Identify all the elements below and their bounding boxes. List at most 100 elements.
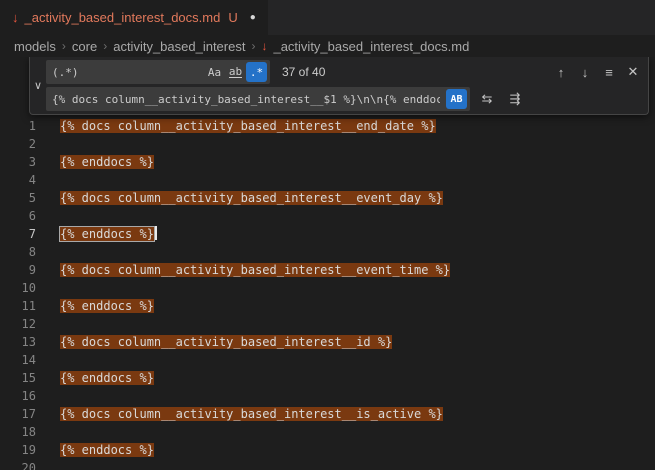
editor-line[interactable]: 16 [0, 387, 655, 405]
replace-row: AB ⇆ ⇶ [46, 87, 644, 111]
line-number: 16 [0, 387, 36, 405]
tab-bar: ↓ _activity_based_interest_docs.md U ● [0, 0, 655, 35]
whole-word-label: ab [229, 67, 242, 78]
breadcrumb-item[interactable]: activity_based_interest [113, 39, 245, 54]
preserve-case-button[interactable]: AB [446, 89, 467, 109]
tab-filename: _activity_based_interest_docs.md [25, 10, 221, 25]
find-results-count: 37 of 40 [282, 65, 325, 79]
line-content[interactable]: {% enddocs %} [60, 297, 154, 315]
editor-line[interactable]: 20 [0, 459, 655, 470]
editor-line[interactable]: 11 {% enddocs %} [0, 297, 655, 315]
editor-line[interactable]: 1 {% docs column__activity_based_interest… [0, 117, 655, 135]
editor-line[interactable]: 6 [0, 207, 655, 225]
find-match-highlight: {% docs column__activity_based_interest_… [60, 191, 443, 205]
line-number: 19 [0, 441, 36, 459]
replace-input[interactable] [46, 87, 446, 111]
editor-line[interactable]: 7 {% enddocs %} [0, 225, 655, 243]
editor-line[interactable]: 17 {% docs column__activity_based_interes… [0, 405, 655, 423]
line-content[interactable]: {% enddocs %} [60, 225, 157, 243]
find-input-box: Aa ab .* [46, 60, 270, 84]
markdown-file-icon: ↓ [261, 39, 267, 53]
line-number: 2 [0, 135, 36, 153]
whole-word-button[interactable]: ab [225, 62, 246, 82]
editor-line[interactable]: 12 [0, 315, 655, 333]
line-number: 4 [0, 171, 36, 189]
line-number: 14 [0, 351, 36, 369]
code-lines: 1 {% docs column__activity_based_interest… [0, 117, 655, 470]
line-number: 3 [0, 153, 36, 171]
breadcrumb-item[interactable]: _activity_based_interest_docs.md [273, 39, 469, 54]
line-number: 10 [0, 279, 36, 297]
editor-line[interactable]: 5 {% docs column__activity_based_interest… [0, 189, 655, 207]
find-match-highlight: {% enddocs %} [60, 155, 154, 169]
line-number: 5 [0, 189, 36, 207]
git-status-badge: U [228, 10, 237, 25]
find-row: Aa ab .* 37 of 40 ↑ ↓ ≡ ✕ [46, 60, 644, 84]
editor-line[interactable]: 3 {% enddocs %} [0, 153, 655, 171]
find-match-highlight: {% enddocs %} [60, 443, 154, 457]
editor-line[interactable]: 2 [0, 135, 655, 153]
line-number: 8 [0, 243, 36, 261]
vscode-window: { "tab": { "filename": "_activity_based_… [0, 0, 655, 470]
find-replace-widget: ∨ Aa ab .* 37 of 40 ↑ ↓ ≡ ✕ [29, 57, 649, 115]
line-content[interactable]: {% docs column__activity_based_interest_… [60, 261, 450, 279]
line-content[interactable]: {% enddocs %} [60, 369, 154, 387]
editor-line[interactable]: 15 {% enddocs %} [0, 369, 655, 387]
find-match-highlight: {% docs column__activity_based_interest_… [60, 119, 436, 133]
close-find-button[interactable]: ✕ [622, 61, 644, 83]
editor-line[interactable]: 4 [0, 171, 655, 189]
toggle-replace-chevron-icon[interactable]: ∨ [30, 60, 46, 111]
find-previous-button[interactable]: ↑ [550, 61, 572, 83]
text-cursor [155, 226, 157, 240]
find-match-highlight: {% docs column__activity_based_interest_… [60, 263, 450, 277]
line-content[interactable]: {% docs column__activity_based_interest_… [60, 117, 436, 135]
find-nav: ↑ ↓ ≡ ✕ [550, 61, 644, 83]
line-number: 15 [0, 369, 36, 387]
breadcrumb-separator-icon: › [251, 39, 255, 53]
find-next-button[interactable]: ↓ [574, 61, 596, 83]
find-in-selection-button[interactable]: ≡ [598, 61, 620, 83]
editor-line[interactable]: 19 {% enddocs %} [0, 441, 655, 459]
line-number: 12 [0, 315, 36, 333]
line-number: 18 [0, 423, 36, 441]
line-number: 7 [0, 225, 36, 243]
line-content[interactable]: {% enddocs %} [60, 441, 154, 459]
line-content[interactable]: {% docs column__activity_based_interest_… [60, 405, 443, 423]
line-number: 6 [0, 207, 36, 225]
editor-line[interactable]: 10 [0, 279, 655, 297]
tab-activity-based-interest-docs[interactable]: ↓ _activity_based_interest_docs.md U ● [0, 0, 268, 35]
line-number: 17 [0, 405, 36, 423]
line-number: 13 [0, 333, 36, 351]
find-match-highlight: {% enddocs %} [60, 227, 154, 241]
line-content[interactable]: {% enddocs %} [60, 153, 154, 171]
editor: ∨ Aa ab .* 37 of 40 ↑ ↓ ≡ ✕ [0, 57, 655, 470]
find-match-highlight: {% docs column__activity_based_interest_… [60, 335, 392, 349]
replace-all-button[interactable]: ⇶ [504, 88, 526, 110]
find-match-highlight: {% enddocs %} [60, 299, 154, 313]
line-number: 11 [0, 297, 36, 315]
breadcrumb-item[interactable]: models [14, 39, 56, 54]
breadcrumb: models › core › activity_based_interest › ↓ _ac… [0, 35, 655, 57]
find-match-highlight: {% enddocs %} [60, 371, 154, 385]
markdown-file-icon: ↓ [12, 10, 19, 25]
line-content[interactable]: {% docs column__activity_based_interest_… [60, 333, 392, 351]
breadcrumb-separator-icon: › [62, 39, 66, 53]
match-case-button[interactable]: Aa [204, 62, 225, 82]
replace-input-box: AB [46, 87, 470, 111]
line-number: 9 [0, 261, 36, 279]
editor-line[interactable]: 8 [0, 243, 655, 261]
line-number: 1 [0, 117, 36, 135]
find-match-highlight: {% docs column__activity_based_interest_… [60, 407, 443, 421]
breadcrumb-separator-icon: › [103, 39, 107, 53]
regex-button[interactable]: .* [246, 62, 267, 82]
editor-line[interactable]: 9 {% docs column__activity_based_interest… [0, 261, 655, 279]
line-number: 20 [0, 459, 36, 470]
replace-button[interactable]: ⇆ [476, 88, 498, 110]
modified-dot-icon[interactable]: ● [250, 12, 256, 23]
line-content[interactable]: {% docs column__activity_based_interest_… [60, 189, 443, 207]
editor-line[interactable]: 18 [0, 423, 655, 441]
find-input[interactable] [46, 60, 204, 84]
breadcrumb-item[interactable]: core [72, 39, 97, 54]
editor-line[interactable]: 14 [0, 351, 655, 369]
editor-line[interactable]: 13 {% docs column__activity_based_interes… [0, 333, 655, 351]
